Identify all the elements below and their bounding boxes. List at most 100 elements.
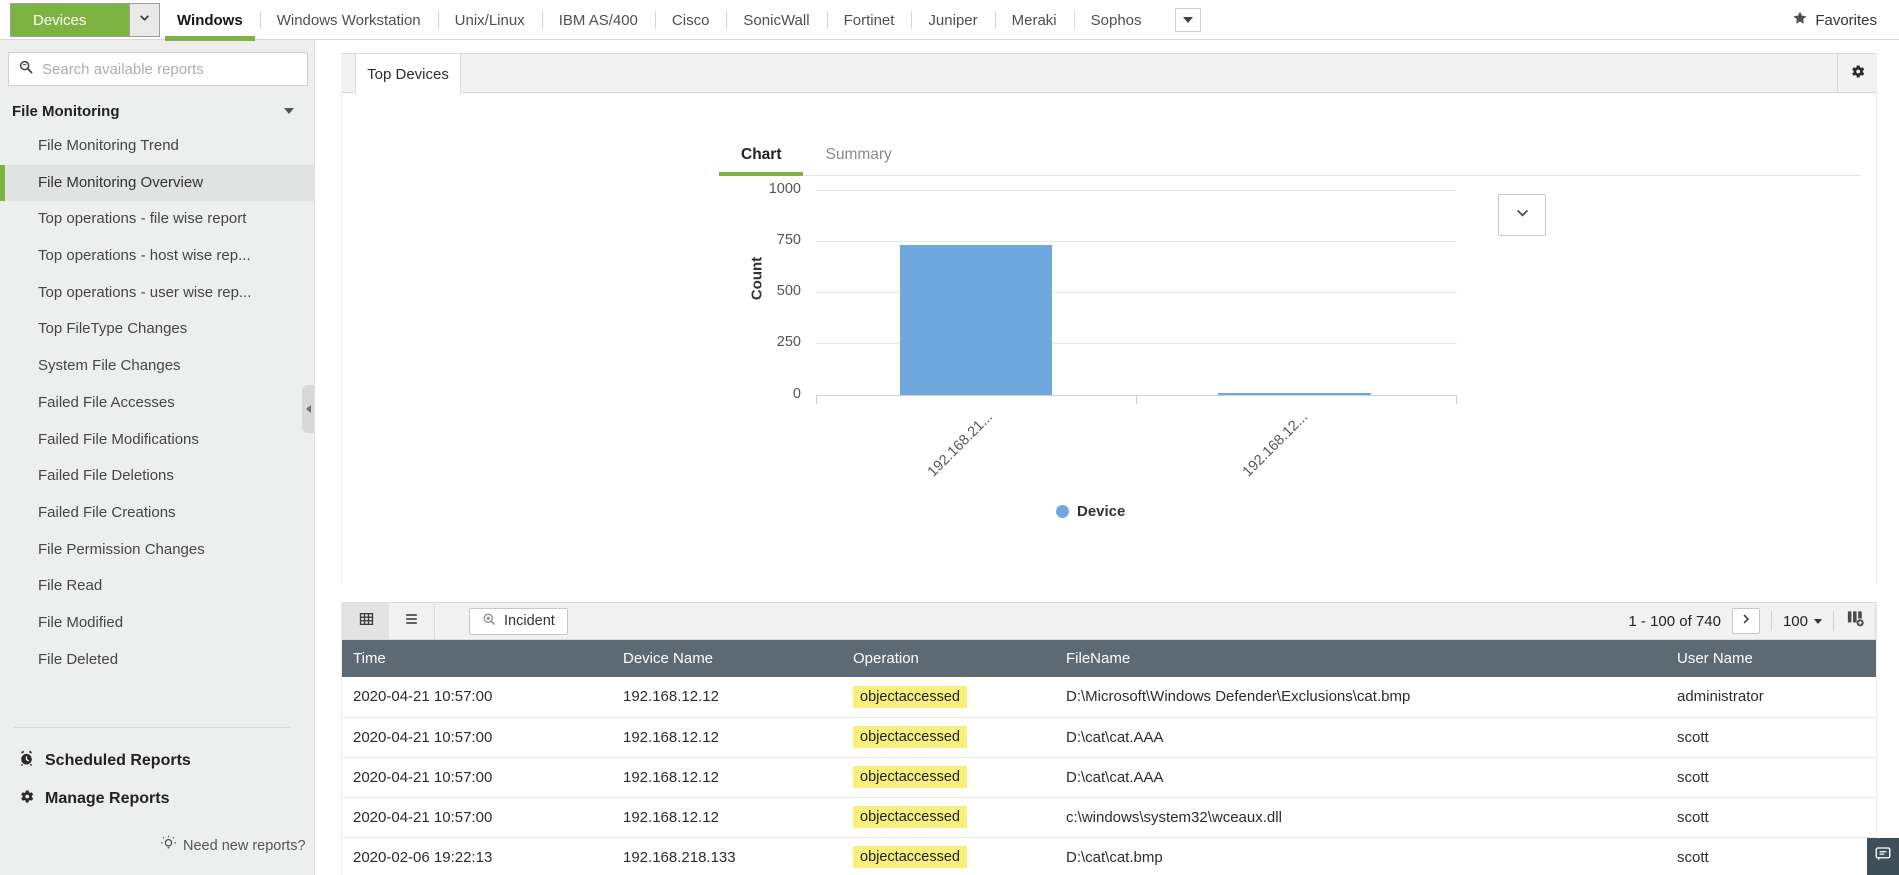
need-new-reports-link[interactable]: Need new reports? [160,835,306,856]
table-row[interactable]: 2020-04-21 10:57:00 192.168.12.12 object… [342,757,1876,798]
page-size-dropdown[interactable]: 100 [1783,613,1822,630]
manage-reports-button[interactable]: Manage Reports [18,788,169,810]
chart-view-tabs: Chart Summary [719,137,914,176]
tab-juniper[interactable]: Juniper [911,0,994,40]
favorites-button[interactable]: Favorites [1792,0,1877,40]
chevron-right-icon [1740,612,1752,630]
report-search[interactable] [8,52,308,86]
x-axis-tick [1136,395,1137,404]
cell-time: 2020-04-21 10:57:00 [342,797,612,838]
sidebar-item-file-monitoring-overview[interactable]: File Monitoring Overview [0,164,314,202]
sidebar-item-file-modified[interactable]: File Modified [0,605,314,642]
sidebar-item-top-operations-host[interactable]: Top operations - host wise rep... [0,238,314,275]
table-row[interactable]: 2020-02-06 19:22:13 192.168.218.133 obje… [342,837,1876,875]
devices-dropdown-label[interactable]: Devices [11,4,129,36]
operation-badge: objectaccessed [853,846,967,868]
cell-filename: D:\cat\cat.AAA [1055,757,1666,798]
tab-meraki[interactable]: Meraki [994,0,1074,40]
x-axis-tick [816,395,817,404]
sidebar-item-file-monitoring-trend[interactable]: File Monitoring Trend [0,128,314,165]
sidebar-item-file-read[interactable]: File Read [0,568,314,605]
device-type-tabs: Windows Windows Workstation Unix/Linux I… [160,0,1201,41]
scheduled-reports-button[interactable]: Scheduled Reports [18,750,191,772]
panel-tab-strip: Top Devices [341,53,1877,95]
gear-icon [18,788,35,810]
sidebar-item-top-filetype-changes[interactable]: Top FileType Changes [0,311,314,348]
pagination-range: 1 - 100 of 740 [1628,612,1721,630]
sidebar-item-failed-file-modifications[interactable]: Failed File Modifications [0,422,314,459]
chart-options-button[interactable] [1498,194,1546,236]
cell-operation: objectaccessed [842,757,1055,798]
tab-chart[interactable]: Chart [719,137,804,176]
column-add-icon [1845,609,1865,633]
add-column-button[interactable] [1845,609,1865,633]
tab-cisco[interactable]: Cisco [654,0,727,40]
y-tick-0: 0 [792,386,801,402]
tab-top-devices[interactable]: Top Devices [355,54,461,95]
tab-ibm-as400[interactable]: IBM AS/400 [541,0,655,40]
search-input[interactable] [42,60,298,78]
table-header-row: Time Device Name Operation FileName User… [342,640,1876,677]
sidebar-item-file-permission-changes[interactable]: File Permission Changes [0,532,314,569]
chevron-down-icon [1514,204,1531,226]
x-axis-tick [1456,395,1457,404]
panel-settings-button[interactable] [1837,54,1877,94]
table-row[interactable]: 2020-04-21 10:57:00 192.168.12.12 object… [342,677,1876,718]
section-file-monitoring[interactable]: File Monitoring [0,98,314,124]
caret-down-icon [1182,17,1193,23]
favorites-label: Favorites [1815,11,1877,29]
tab-sonicwall[interactable]: SonicWall [726,0,826,40]
clock-icon [18,750,35,772]
chat-icon [1874,845,1892,868]
tab-sophos[interactable]: Sophos [1073,0,1159,40]
cell-filename: c:\windows\system32\wceaux.dll [1055,797,1666,838]
chevron-left-icon [305,405,311,413]
y-tick-250: 250 [776,334,801,350]
results-table-card: Incident 1 - 100 of 740 100 Time Device … [341,602,1877,875]
incident-icon [482,612,497,631]
cell-time: 2020-04-21 10:57:00 [342,677,612,718]
sidebar-collapse-handle[interactable] [302,385,314,433]
incident-button[interactable]: Incident [469,607,568,635]
sidebar-item-failed-file-accesses[interactable]: Failed File Accesses [0,385,314,422]
sidebar-item-failed-file-deletions[interactable]: Failed File Deletions [0,458,314,495]
col-header-operation: Operation [842,640,1055,677]
tab-summary[interactable]: Summary [803,137,913,176]
section-title: File Monitoring [12,102,120,120]
tab-windows[interactable]: Windows [160,0,260,41]
cell-filename: D:\cat\cat.bmp [1055,837,1666,875]
legend-label: Device [1077,503,1126,520]
sidebar-item-failed-file-creations[interactable]: Failed File Creations [0,495,314,532]
cell-device: 192.168.12.12 [612,797,842,838]
list-view-button[interactable] [389,603,435,639]
sidebar-item-top-operations-user[interactable]: Top operations - user wise rep... [0,275,314,312]
feedback-chat-button[interactable] [1867,838,1899,875]
cell-time: 2020-04-21 10:57:00 [342,717,612,758]
operation-badge: objectaccessed [853,806,967,828]
cell-operation: objectaccessed [842,717,1055,758]
legend-device[interactable]: Device [1056,503,1125,520]
sidebar-item-system-file-changes[interactable]: System File Changes [0,348,314,385]
sidebar-item-file-deleted[interactable]: File Deleted [0,642,314,679]
devices-dropdown[interactable]: Devices [10,3,160,37]
tab-windows-workstation[interactable]: Windows Workstation [259,0,438,40]
cell-device: 192.168.12.12 [612,757,842,798]
cell-user: administrator [1666,677,1876,718]
table-row[interactable]: 2020-04-21 10:57:00 192.168.12.12 object… [342,717,1876,758]
table-row[interactable]: 2020-04-21 10:57:00 192.168.12.12 object… [342,797,1876,838]
cell-device: 192.168.218.133 [612,837,842,875]
devices-dropdown-caret[interactable] [129,4,159,36]
chart-container: Chart Summary 1000 750 500 250 0 Count 1… [341,93,1877,585]
tabs-overflow-button[interactable] [1174,8,1201,32]
col-header-user-name: User Name [1666,640,1876,677]
grid-view-button[interactable] [343,603,389,639]
tab-fortinet[interactable]: Fortinet [826,0,912,40]
table-toolbar: Incident 1 - 100 of 740 100 [342,602,1876,640]
sidebar-item-top-operations-file[interactable]: Top operations - file wise report [0,201,314,238]
search-icon [18,59,34,80]
next-page-button[interactable] [1731,608,1760,634]
tab-unix-linux[interactable]: Unix/Linux [437,0,542,40]
events-table: Time Device Name Operation FileName User… [342,640,1876,875]
operation-badge: objectaccessed [853,726,967,748]
cell-operation: objectaccessed [842,677,1055,718]
